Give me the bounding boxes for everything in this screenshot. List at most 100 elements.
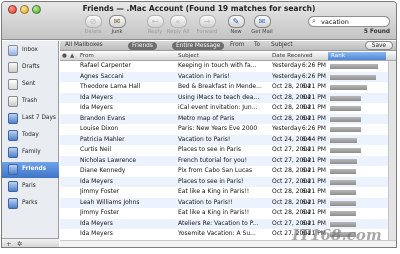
table-row[interactable]: Louise Dixon Paris: New Years Eve 2000 Yes… bbox=[60, 124, 396, 135]
search-field[interactable]: ⌕ vacation bbox=[308, 16, 390, 27]
cell-time: 6:21 PM bbox=[301, 198, 326, 206]
column-date[interactable]: Date Received bbox=[272, 53, 313, 59]
cell-time: 6:21 PM bbox=[301, 188, 326, 195]
cell-subject: Metro map of Paris bbox=[178, 114, 235, 122]
sidebar-item-label: Friends bbox=[22, 166, 47, 172]
sidebar-item-sent[interactable]: Sent bbox=[2, 77, 59, 93]
cell-from: Diane Kennedy bbox=[80, 167, 126, 174]
flag-column-icon[interactable]: ● bbox=[62, 53, 67, 59]
scope-to[interactable]: To bbox=[254, 42, 260, 48]
new-message-icon: ✎ bbox=[227, 15, 245, 28]
cell-subject: Keeping in touch with fa... bbox=[178, 62, 257, 69]
smart-mailbox-icon bbox=[8, 164, 18, 175]
search-result-count: 5 Found bbox=[363, 29, 390, 35]
save-search-button[interactable]: Save bbox=[364, 41, 393, 50]
trash-icon bbox=[8, 96, 18, 107]
cell-subject: iCal event invitation: Jun... bbox=[178, 104, 258, 111]
table-row[interactable]: Ida Meyers iCal event invitation: Jun... O… bbox=[60, 103, 396, 114]
table-row[interactable]: Theodore Lama Hall Bed & Breakfast in Men… bbox=[60, 82, 396, 93]
sidebar-item-last-7-days[interactable]: Last 7 Days bbox=[2, 111, 59, 127]
toolbar-button-label: Get Mail bbox=[251, 29, 273, 35]
scope-from[interactable]: From bbox=[230, 42, 244, 48]
cell-from: Ida Meyers bbox=[80, 93, 113, 101]
table-row[interactable]: Curtis Neil Places to see in Paris Oct 27,… bbox=[60, 145, 396, 156]
table-row[interactable]: Diane Kennedy Pix from Cabo San Lucas Oct … bbox=[60, 166, 396, 177]
forward-button[interactable]: → Forward bbox=[194, 15, 220, 35]
sidebar-item-family[interactable]: Family bbox=[2, 145, 59, 161]
rank-bar bbox=[330, 116, 361, 122]
table-row[interactable]: Ida Meyers Using iMacs to teach dea... Oct… bbox=[60, 92, 396, 103]
cell-time: 6:21 PM bbox=[301, 156, 326, 164]
gear-icon[interactable]: ✲ bbox=[17, 240, 22, 247]
cell-time: 6:21 PM bbox=[301, 167, 326, 174]
table-row[interactable]: Leah Williams Johns Vacation to Paris!! Oc… bbox=[60, 197, 396, 208]
table-row[interactable]: Ida Meyers Places to see in Paris! Oct 27,… bbox=[60, 176, 396, 187]
scope-subject[interactable]: Subject bbox=[271, 42, 293, 48]
cell-from: Ida Meyers bbox=[80, 104, 113, 111]
scope-selected-mailbox[interactable]: Friends bbox=[128, 42, 157, 50]
sidebar-item-paris[interactable]: Paris bbox=[2, 179, 59, 195]
cell-from: Ida Meyers bbox=[80, 219, 113, 227]
sidebar-item-label: Trash bbox=[22, 98, 38, 104]
table-row[interactable]: Patricia Mahler Vacation to Paris! Oct 24,… bbox=[60, 134, 396, 145]
junk-icon: ✉ bbox=[108, 15, 126, 28]
add-mailbox-button[interactable]: + bbox=[6, 240, 11, 247]
table-row[interactable]: Jimmy Foster Eat like a King in Paris!! Oc… bbox=[60, 187, 396, 198]
toolbar-button-label: New bbox=[230, 29, 242, 35]
cell-subject: Vacation to Paris!! bbox=[178, 198, 233, 206]
scope-all-mailboxes[interactable]: All Mailboxes bbox=[65, 42, 103, 48]
sidebar-item-label: Drafts bbox=[22, 64, 40, 70]
rank-bar bbox=[330, 148, 361, 153]
reply-all-button[interactable]: «Reply All bbox=[165, 15, 191, 35]
cell-from: Leah Williams Johns bbox=[80, 198, 140, 206]
mail-window: Friends — .Mac Account (Found 19 matches… bbox=[1, 1, 397, 248]
smart-mailbox-icon bbox=[8, 198, 18, 209]
column-from[interactable]: From bbox=[80, 53, 94, 59]
table-row[interactable]: Agnes Saccani Vacation in Paris! Yesterday… bbox=[60, 71, 396, 82]
new-button[interactable]: ✎ New bbox=[223, 15, 249, 35]
cell-subject: Using iMacs to teach dea... bbox=[178, 93, 260, 101]
mailbox-sidebar: Inbox Drafts Sent Trash Last 7 Days Today Fami… bbox=[2, 41, 59, 247]
list-scrollbar[interactable] bbox=[388, 61, 396, 240]
cell-from: Jimmy Foster bbox=[80, 209, 120, 216]
search-input[interactable]: vacation bbox=[321, 18, 349, 26]
table-row[interactable]: Nicholas Lawrence French tutorial for you… bbox=[60, 155, 396, 166]
smart-mailbox-icon bbox=[8, 147, 18, 158]
cell-time: 6:26 PM bbox=[301, 72, 326, 80]
cell-subject: French tutorial for you! bbox=[178, 156, 248, 164]
cell-subject: Vacation in Paris! bbox=[178, 72, 230, 80]
cell-from: Theodore Lama Hall bbox=[80, 83, 141, 90]
cell-subject: Places to see in Paris! bbox=[178, 177, 244, 185]
toolbar-button-label: Junk bbox=[111, 29, 123, 35]
search-icon: ⌕ bbox=[312, 17, 316, 25]
cell-subject: Places to see in Paris bbox=[178, 146, 241, 153]
column-rank[interactable]: Rank bbox=[328, 52, 386, 60]
table-row[interactable]: Jimmy Foster Eat like a King in Paris!! Oc… bbox=[60, 208, 396, 219]
delete-button[interactable]: ⊘ Delete bbox=[80, 15, 106, 35]
scope-entire-message[interactable]: Entire Message bbox=[172, 42, 225, 50]
sidebar-item-inbox[interactable]: Inbox bbox=[2, 43, 59, 59]
sidebar-item-drafts[interactable]: Drafts bbox=[2, 60, 59, 76]
sidebar-item-trash[interactable]: Trash bbox=[2, 94, 59, 110]
cell-subject: Eat like a King in Paris!! bbox=[178, 209, 250, 216]
smart-mailbox-icon bbox=[8, 181, 18, 192]
cell-from: Rafael Carpenter bbox=[80, 62, 131, 69]
sidebar-item-friends[interactable]: Friends bbox=[2, 162, 59, 178]
sidebar-item-today[interactable]: Today bbox=[2, 128, 59, 144]
reply-icon: ← bbox=[146, 15, 164, 28]
sort-indicator-icon: ▲ bbox=[70, 53, 75, 59]
delete-icon: ⊘ bbox=[84, 15, 102, 28]
rank-bar bbox=[330, 127, 361, 132]
cell-time: 6:21 PM bbox=[301, 83, 326, 90]
sidebar-item-parks[interactable]: Parks bbox=[2, 196, 59, 212]
rank-bar bbox=[330, 190, 356, 195]
smart-mailbox-icon bbox=[8, 113, 18, 124]
cell-time: 6:26 PM bbox=[301, 125, 326, 132]
junk-button[interactable]: ✉ Junk bbox=[104, 15, 130, 35]
rank-bar bbox=[330, 158, 357, 164]
column-subject[interactable]: Subject bbox=[178, 53, 199, 59]
get-mail-button[interactable]: ✉ Get Mail bbox=[249, 15, 275, 35]
table-row[interactable]: Rafael Carpenter Keeping in touch with fa… bbox=[60, 61, 396, 72]
cell-from: Ida Meyers bbox=[80, 230, 113, 237]
table-row[interactable]: Brandon Evans Metro map of Paris Oct 28, 2… bbox=[60, 113, 396, 124]
